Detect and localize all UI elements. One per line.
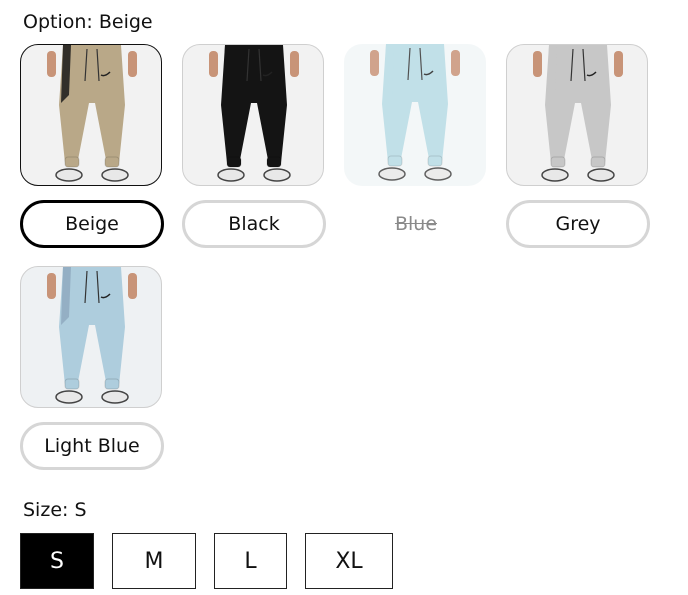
size-option-selected-value: S [74,499,87,521]
swatch-button-grey[interactable]: Grey [506,200,650,248]
swatch-image-light-blue[interactable] [20,266,162,408]
pants-image-icon [533,45,623,182]
swatch-button-light-blue[interactable]: Light Blue [20,422,164,470]
pants-image-icon [209,45,299,182]
pants-image-icon [47,45,137,182]
pants-image-icon [47,267,137,404]
swatch-button-beige[interactable]: Beige [20,200,164,248]
color-option-label-prefix: Option: [23,11,93,33]
size-option-label-prefix: Size: [23,499,69,521]
swatch-image-black[interactable] [182,44,324,186]
size-button-s[interactable]: S [20,533,94,589]
swatch-button-black[interactable]: Black [182,200,326,248]
size-option-label: Size: S [23,499,87,521]
size-button-xl[interactable]: XL [305,533,393,589]
swatch-image-blue [344,44,486,186]
pants-image-icon [370,44,460,181]
color-option-selected-value: Beige [98,11,153,33]
swatch-image-grey[interactable] [506,44,648,186]
swatch-image-beige[interactable] [20,44,162,186]
size-button-l[interactable]: L [214,533,287,589]
color-option-label: Option: Beige [23,11,153,33]
size-button-m[interactable]: M [112,533,196,589]
swatch-button-blue: Blue [344,200,488,248]
